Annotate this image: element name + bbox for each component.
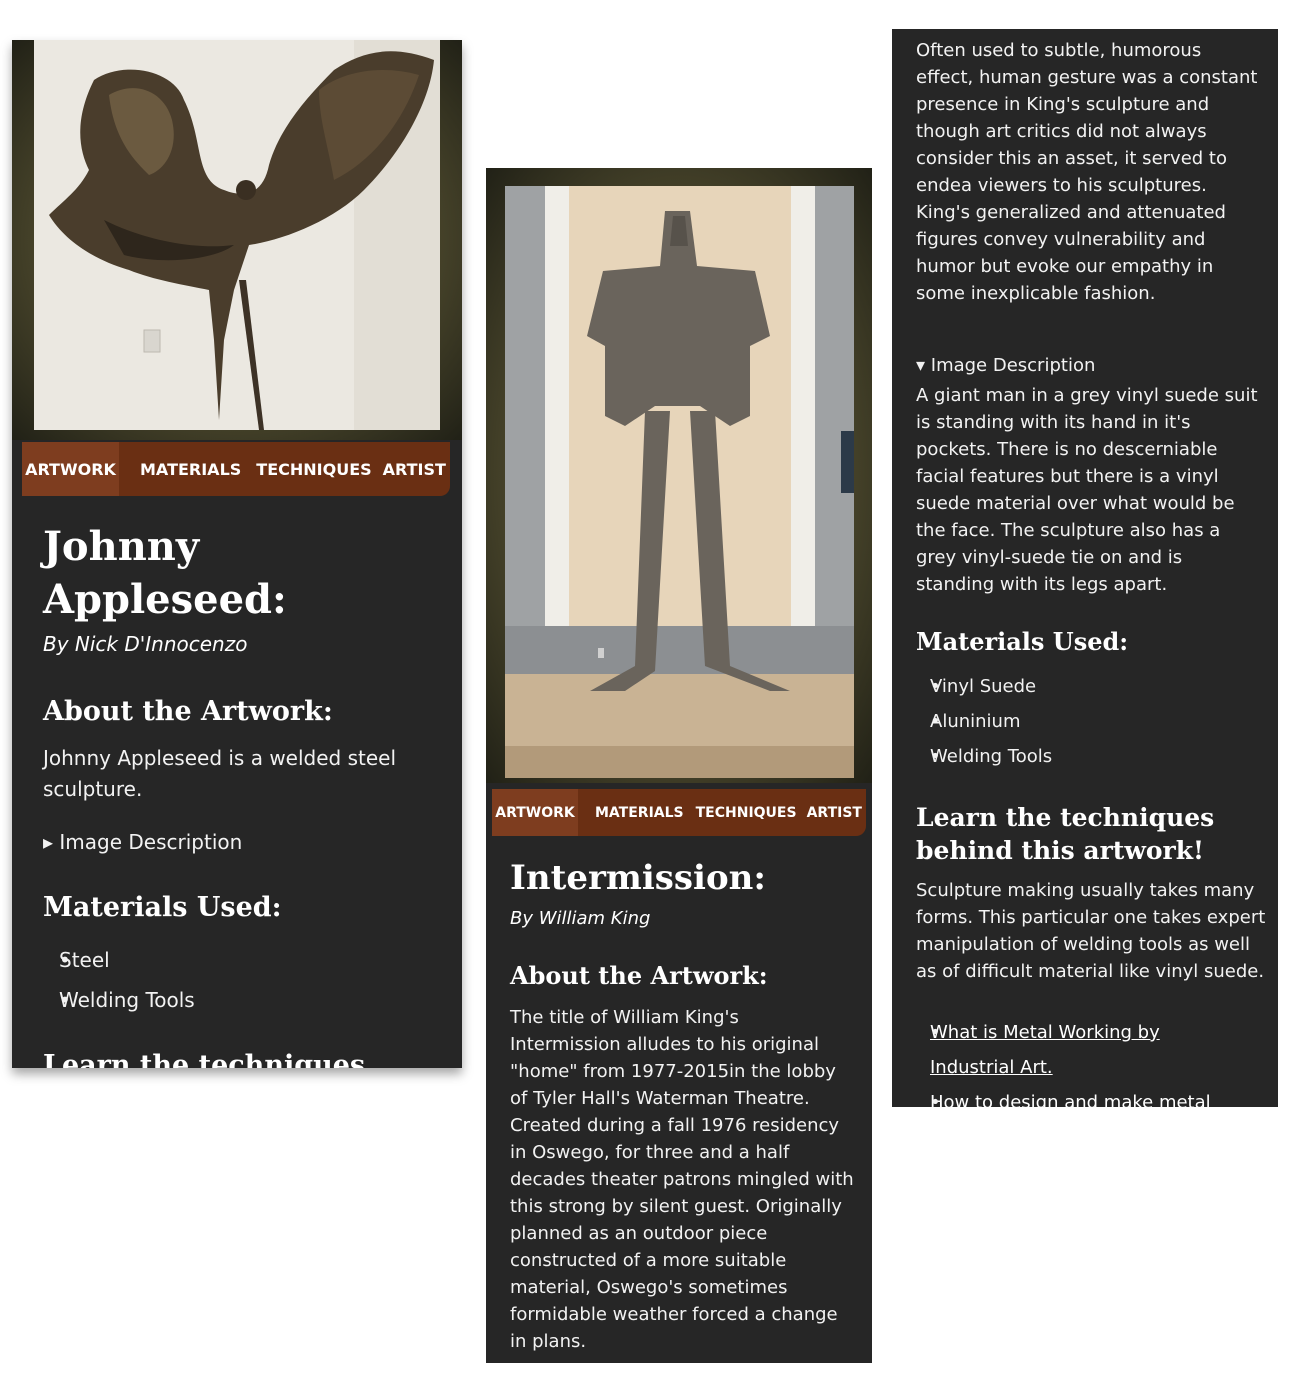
artwork-image-frame <box>12 40 462 440</box>
tab-materials[interactable]: MATERIALS <box>595 805 684 821</box>
resource-link-metal-working[interactable]: What is Metal Working by Industrial Art. <box>930 1022 1160 1078</box>
resource-link-design-metal[interactable]: How to design and make metal <box>930 1092 1211 1107</box>
resource-links-list: What is Metal Working by Industrial Art.… <box>912 1015 1242 1107</box>
image-description-toggle[interactable]: ▸ Image Description <box>43 830 242 854</box>
materials-list: Vinyl Suede Aluninium Welding Tools <box>912 669 1052 774</box>
page-title: Intermission: <box>510 858 766 898</box>
techniques-heading: Learn the techniques behind this artwork… <box>916 803 1215 865</box>
about-text-continued: Often used to subtle, humorous effect, h… <box>916 40 1258 304</box>
about-heading: About the Artwork: <box>510 961 768 990</box>
image-description-toggle[interactable]: ▾ Image Description <box>916 355 1095 376</box>
about-text: The title of William King's Intermission… <box>510 1007 854 1352</box>
tab-techniques[interactable]: TECHNIQUES <box>696 805 797 821</box>
image-description-text: A giant man in a grey vinyl suede suit i… <box>916 385 1258 595</box>
list-item: Welding Tools <box>912 739 1052 774</box>
tab-artwork[interactable]: ARTWORK <box>492 789 578 836</box>
techniques-heading: Learn the techniques <box>43 1050 366 1068</box>
artwork-tab-bar: ARTWORK MATERIALS TECHNIQUES ARTIST <box>22 442 450 496</box>
artwork-card-intermission-continued: Often used to subtle, humorous effect, h… <box>892 29 1278 1107</box>
about-text: Johnny Appleseed is a welded steel sculp… <box>43 746 397 801</box>
materials-heading: Materials Used: <box>43 892 282 923</box>
list-item: What is Metal Working by Industrial Art. <box>912 1015 1242 1085</box>
materials-list: Steel Welding Tools <box>40 940 195 1020</box>
artwork-image <box>505 186 854 778</box>
tab-artist[interactable]: ARTIST <box>383 460 446 479</box>
materials-heading: Materials Used: <box>916 627 1129 656</box>
page-title: Johnny Appleseed: <box>43 523 287 623</box>
list-item: How to design and make metal <box>912 1085 1242 1107</box>
artwork-card-intermission: ARTWORK MATERIALS TECHNIQUES ARTIST Inte… <box>486 168 872 1363</box>
list-item: Aluninium <box>912 704 1052 739</box>
list-item: Steel <box>40 940 195 980</box>
tab-materials[interactable]: MATERIALS <box>140 460 241 479</box>
list-item: Welding Tools <box>40 980 195 1020</box>
artwork-card-johnny-appleseed: ARTWORK MATERIALS TECHNIQUES ARTIST John… <box>12 40 462 1068</box>
about-heading: About the Artwork: <box>43 696 333 727</box>
artist-byline: By Nick D'Innocenzo <box>43 632 248 656</box>
tab-artist[interactable]: ARTIST <box>807 805 862 821</box>
techniques-text: Sculpture making usually takes many form… <box>916 880 1266 982</box>
artist-byline: By William King <box>510 908 651 929</box>
list-item: Vinyl Suede <box>912 669 1052 704</box>
tab-techniques[interactable]: TECHNIQUES <box>256 460 371 479</box>
artwork-image-frame <box>486 168 872 783</box>
artwork-tab-bar: ARTWORK MATERIALS TECHNIQUES ARTIST <box>492 789 866 836</box>
tab-artwork[interactable]: ARTWORK <box>22 442 119 496</box>
artwork-image <box>34 40 440 430</box>
